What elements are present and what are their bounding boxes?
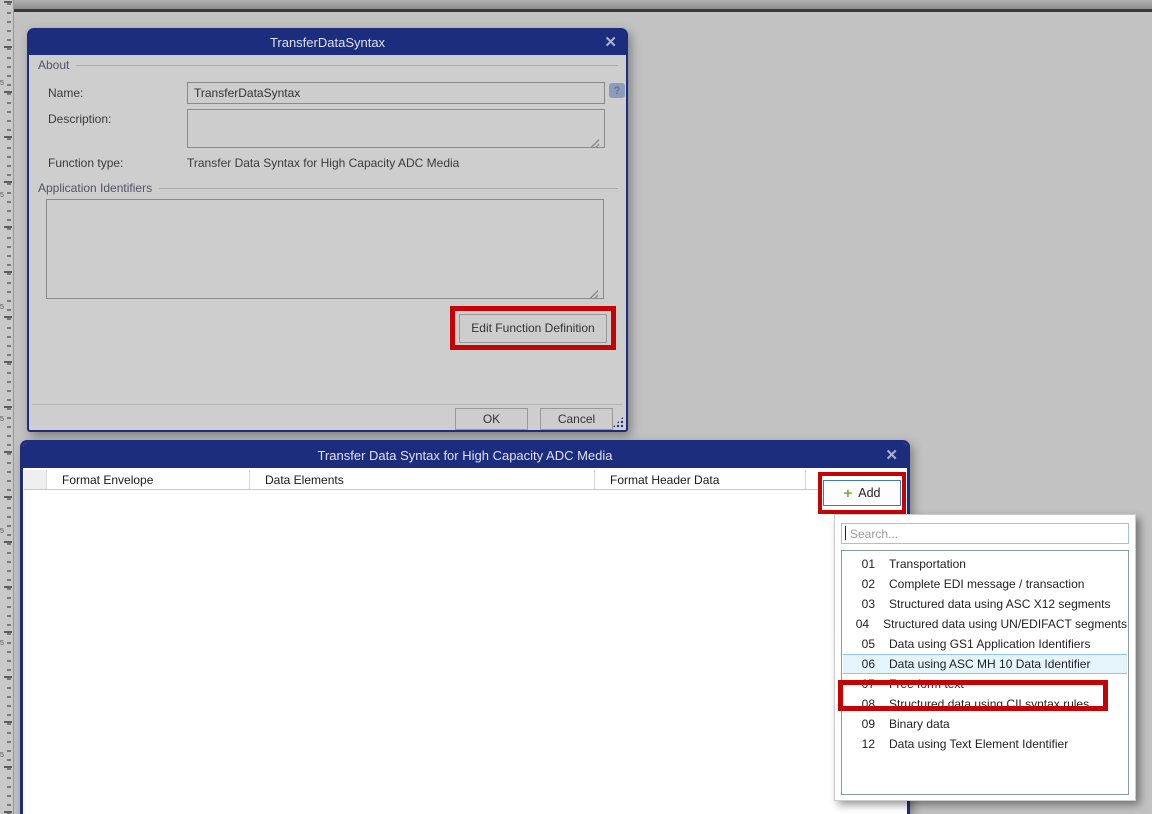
- window-top-edge: [14, 0, 1152, 12]
- ruler-label: 5: [0, 416, 8, 423]
- item-code: 06: [853, 657, 875, 671]
- dialog-resize-grip[interactable]: [612, 416, 624, 428]
- header-cell-empty[interactable]: [24, 470, 47, 489]
- item-label: Data using ASC MH 10 Data Identifier: [889, 657, 1090, 671]
- list-item-12[interactable]: 12 Data using Text Element Identifier: [843, 734, 1127, 754]
- list-item-09[interactable]: 09 Binary data: [843, 714, 1127, 734]
- item-code: 04: [853, 617, 869, 631]
- dialog-titlebar[interactable]: Transfer Data Syntax for High Capacity A…: [23, 443, 907, 468]
- syntax-list: 01 Transportation 02 Complete EDI message …: [841, 550, 1129, 795]
- item-code: 01: [853, 557, 875, 571]
- list-item-02[interactable]: 02 Complete EDI message / transaction: [843, 574, 1127, 594]
- item-code: 03: [853, 597, 875, 611]
- about-group-header: About: [38, 58, 618, 72]
- help-icon-glyph: ?: [614, 85, 621, 97]
- search-input[interactable]: [841, 523, 1129, 544]
- ruler-label: 5: [0, 640, 8, 647]
- add-button-label: Add: [858, 486, 880, 500]
- item-label: Complete EDI message / transaction: [889, 577, 1084, 591]
- item-label: Structured data using ASC X12 segments: [889, 597, 1110, 611]
- group-divider: [76, 65, 618, 66]
- function-type-value: Transfer Data Syntax for High Capacity A…: [187, 156, 459, 170]
- description-input[interactable]: [187, 109, 605, 148]
- annotation-highlight-edit-button: Edit Function Definition: [450, 306, 616, 350]
- application-identifiers-label: Application Identifiers: [38, 181, 152, 195]
- transfer-data-syntax-dialog: TransferDataSyntax ✕ About Name: ? Descr…: [27, 28, 628, 432]
- ruler-label: 5: [0, 192, 8, 199]
- table-header-row: Format Envelope Data Elements Format Hea…: [24, 470, 818, 490]
- ruler-label: 5: [0, 752, 8, 759]
- item-label: Structured data using UN/EDIFACT segment…: [883, 617, 1127, 631]
- name-input[interactable]: [187, 82, 605, 104]
- dialog-titlebar[interactable]: TransferDataSyntax ✕: [29, 30, 626, 55]
- dialog-body: Format Envelope Data Elements Format Hea…: [23, 468, 907, 814]
- list-item-04[interactable]: 04 Structured data using UN/EDIFACT segme…: [843, 614, 1127, 634]
- about-group-label: About: [38, 58, 69, 72]
- ruler-label: 5: [0, 528, 8, 535]
- application-identifiers-group-header: Application Identifiers: [38, 181, 618, 195]
- vertical-ruler: 5 5 5 5 5 5 5: [0, 0, 14, 814]
- annotation-highlight-add-button: + Add: [818, 472, 906, 514]
- application-identifiers-input[interactable]: [46, 199, 604, 299]
- ruler-major-ticks: [4, 1, 12, 814]
- help-tooltip-icon[interactable]: ?: [609, 83, 625, 98]
- group-divider: [159, 188, 618, 189]
- list-item-05[interactable]: 05 Data using GS1 Application Identifiers: [843, 634, 1127, 654]
- item-label: Data using GS1 Application Identifiers: [889, 637, 1090, 651]
- search-field-wrap: [841, 523, 1129, 544]
- item-code: 05: [853, 637, 875, 651]
- item-code: 12: [853, 737, 875, 751]
- dialog-title: TransferDataSyntax: [270, 35, 385, 50]
- header-cell-data-elements[interactable]: Data Elements: [250, 470, 595, 489]
- add-item-dropdown: 01 Transportation 02 Complete EDI message …: [834, 514, 1136, 801]
- header-cell-spacer: [806, 470, 818, 489]
- item-code: 09: [853, 717, 875, 731]
- ruler-label: 5: [0, 80, 8, 87]
- cancel-button[interactable]: Cancel: [540, 408, 613, 430]
- list-item-01[interactable]: 01 Transportation: [843, 554, 1127, 574]
- high-capacity-adc-media-dialog: Transfer Data Syntax for High Capacity A…: [20, 440, 910, 814]
- edit-function-definition-button[interactable]: Edit Function Definition: [459, 314, 607, 343]
- function-type-label: Function type:: [48, 156, 123, 170]
- item-code: 02: [853, 577, 875, 591]
- ruler-label: 5: [0, 304, 8, 311]
- close-icon[interactable]: ✕: [604, 34, 617, 49]
- dialog-title: Transfer Data Syntax for High Capacity A…: [317, 448, 612, 463]
- text-caret: [845, 526, 846, 540]
- item-label: Transportation: [889, 557, 966, 571]
- plus-icon: +: [843, 486, 852, 501]
- name-label: Name:: [48, 86, 83, 100]
- header-cell-format-header-data[interactable]: Format Header Data: [595, 470, 806, 489]
- description-label: Description:: [48, 112, 111, 126]
- close-icon[interactable]: ✕: [885, 447, 898, 462]
- header-cell-format-envelope[interactable]: Format Envelope: [47, 470, 250, 489]
- item-label: Binary data: [889, 717, 950, 731]
- dialog-body: About Name: ? Description: Function type…: [29, 55, 626, 430]
- footer-divider: [32, 404, 623, 405]
- annotation-highlight-item-06: [838, 680, 1108, 711]
- list-item-03[interactable]: 03 Structured data using ASC X12 segments: [843, 594, 1127, 614]
- ok-button[interactable]: OK: [455, 408, 528, 430]
- list-item-06-selected[interactable]: 06 Data using ASC MH 10 Data Identifier: [843, 654, 1127, 674]
- item-label: Data using Text Element Identifier: [889, 737, 1068, 751]
- add-button[interactable]: + Add: [823, 480, 901, 506]
